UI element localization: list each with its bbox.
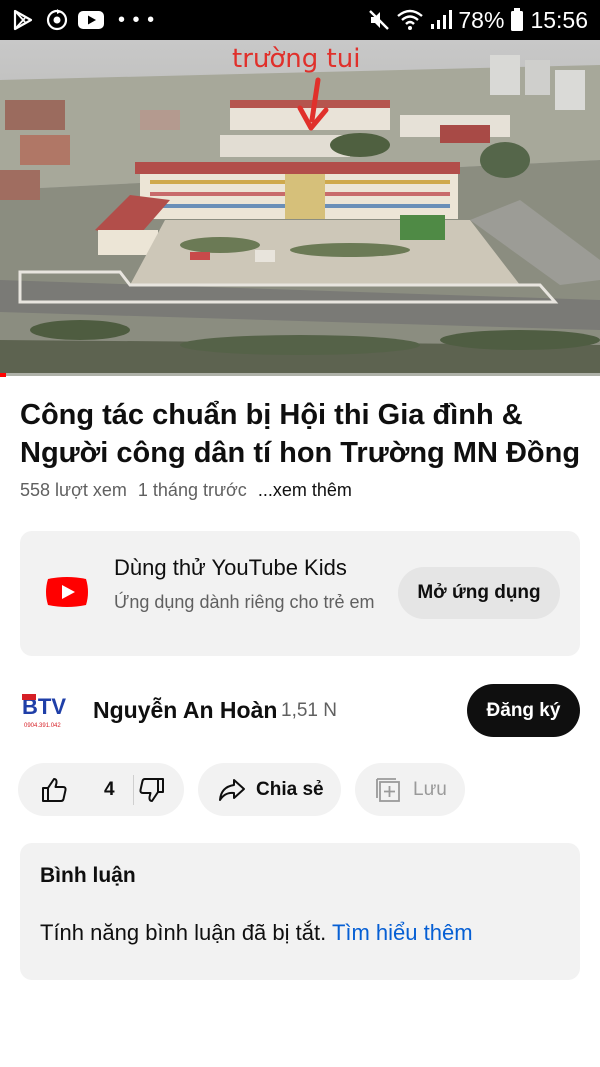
comments-disabled-message: Tính năng bình luận đã bị tắt. Tìm hiểu …	[40, 920, 473, 946]
share-icon	[219, 779, 245, 801]
save-label: Lưu	[413, 779, 447, 800]
video-meta[interactable]: 558 lượt xem 1 tháng trước ...xem thêm	[20, 480, 352, 501]
wifi-icon	[397, 9, 424, 30]
youtube-kids-logo-icon	[46, 577, 88, 607]
subscriber-count: 1,51 N	[281, 700, 337, 721]
status-bar: • • • 78% 15:56	[0, 0, 600, 40]
channel-name[interactable]: Nguyễn An Hoàn	[93, 697, 277, 724]
clock: 15:56	[530, 7, 588, 33]
share-button[interactable]: Chia sẻ	[198, 763, 341, 816]
like-count: 4	[104, 779, 115, 800]
youtube-icon	[78, 7, 104, 33]
video-progress-fill	[0, 373, 6, 377]
youtube-kids-subtitle: Ứng dụng dành riêng cho trẻ em	[114, 592, 375, 612]
open-app-button[interactable]: Mở ứng dụng	[398, 567, 560, 619]
chip-divider	[133, 775, 134, 805]
thumbs-down-icon	[139, 778, 164, 802]
status-bar-left: • • •	[10, 7, 155, 33]
video-player[interactable]: trường tui	[0, 40, 600, 376]
youtube-kids-promo-card: Dùng thử YouTube Kids Ứng dụng dành riên…	[20, 531, 580, 656]
video-progress-bar[interactable]	[0, 373, 600, 377]
save-button[interactable]: Lưu	[355, 763, 465, 816]
video-thumbnail	[0, 40, 600, 376]
avatar-phone: 0904.391.042	[24, 723, 61, 729]
video-overlay-text: trường tui	[232, 44, 361, 74]
comments-title: Bình luận	[40, 864, 136, 887]
video-title-line-2: Người công dân tí hon Trường MN Đồng ...	[20, 437, 590, 469]
learn-more-link[interactable]: Tìm hiểu thêm	[332, 920, 473, 945]
mute-icon	[369, 10, 390, 30]
channel-avatar[interactable]: BTV 0904.391.042	[20, 690, 72, 732]
share-label: Chia sẻ	[256, 779, 324, 800]
like-dislike-chip: 4	[18, 763, 184, 816]
more-dots-icon: • • •	[118, 9, 156, 31]
status-bar-right: 78% 15:56	[368, 6, 588, 34]
battery-percent: 78%	[458, 7, 505, 33]
comments-section: Bình luận Tính năng bình luận đã bị tắt.…	[20, 843, 580, 980]
dislike-button[interactable]	[138, 776, 166, 804]
subscribe-button[interactable]: Đăng ký	[467, 684, 580, 737]
video-title[interactable]: Công tác chuẩn bị Hội thi Gia đình & Ngư…	[20, 396, 590, 472]
battery-icon	[511, 8, 524, 31]
signal-icon	[431, 10, 453, 29]
view-count: 558 lượt xem	[20, 480, 127, 500]
save-to-playlist-icon	[376, 778, 400, 802]
play-store-icon	[10, 7, 36, 33]
upload-age: 1 tháng trước	[137, 480, 247, 500]
like-button[interactable]	[40, 776, 68, 804]
thumbs-up-icon	[42, 778, 67, 802]
show-more-link[interactable]: ...xem thêm	[258, 480, 352, 501]
youtube-kids-title: Dùng thử YouTube Kids	[114, 555, 347, 580]
comments-disabled-text: Tính năng bình luận đã bị tắt.	[40, 920, 332, 945]
sync-icon	[44, 7, 70, 33]
video-title-line-1: Công tác chuẩn bị Hội thi Gia đình &	[20, 399, 523, 431]
